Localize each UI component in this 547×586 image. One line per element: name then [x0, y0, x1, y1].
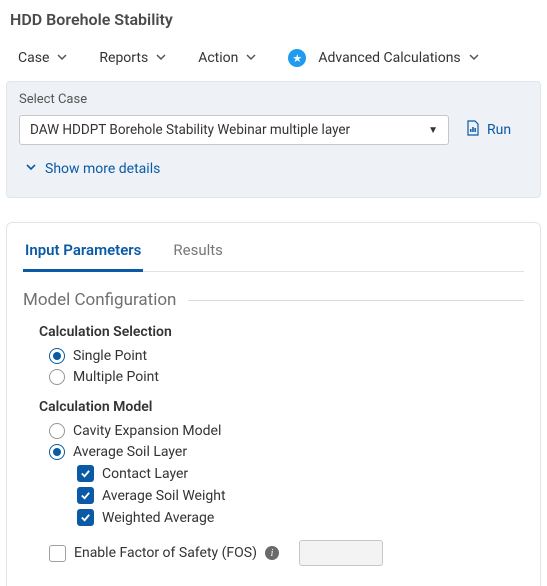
chevron-down-icon: [156, 50, 166, 66]
radio-multiple-point[interactable]: Multiple Point: [49, 369, 524, 385]
case-dropdown-value: DAW HDDPT Borehole Stability Webinar mul…: [30, 122, 350, 138]
select-case-panel: Select Case DAW HDDPT Borehole Stability…: [6, 81, 541, 198]
checkbox-contact-label: Contact Layer: [102, 466, 188, 482]
select-case-label: Select Case: [19, 92, 528, 107]
chevron-down-icon: [57, 50, 67, 66]
run-button-label: Run: [487, 122, 511, 138]
radio-cavity-label: Cavity Expansion Model: [73, 423, 221, 439]
chevron-down-icon: [25, 161, 37, 177]
radio-average-label: Average Soil Layer: [73, 444, 187, 460]
chevron-down-icon: [246, 50, 256, 66]
enable-fos-label: Enable Factor of Safety (FOS): [74, 545, 257, 561]
radio-average-soil-layer[interactable]: Average Soil Layer: [49, 444, 524, 460]
checkbox-weighted-average[interactable]: Weighted Average: [77, 509, 524, 526]
info-icon[interactable]: i: [265, 546, 279, 560]
radio-icon: [49, 423, 65, 439]
menu-action-label: Action: [198, 50, 238, 66]
tab-results[interactable]: Results: [171, 235, 225, 271]
menu-case[interactable]: Case: [18, 50, 67, 66]
calculation-selection-label: Calculation Selection: [39, 324, 524, 340]
checkbox-weighted-label: Weighted Average: [102, 510, 214, 526]
menu-action[interactable]: Action: [198, 50, 256, 66]
radio-icon: [49, 444, 65, 460]
checkbox-average-soil-weight[interactable]: Average Soil Weight: [77, 487, 524, 504]
menu-reports[interactable]: Reports: [99, 50, 166, 66]
fos-input[interactable]: [299, 540, 383, 566]
run-button[interactable]: Run: [465, 120, 511, 140]
star-icon: ★: [288, 49, 306, 67]
case-dropdown[interactable]: DAW HDDPT Borehole Stability Webinar mul…: [19, 115, 449, 145]
checkbox-icon: [77, 465, 94, 482]
chevron-down-icon: [469, 50, 479, 66]
radio-single-point-label: Single Point: [73, 348, 147, 364]
dropdown-triangle-icon: ▼: [428, 125, 438, 136]
menu-case-label: Case: [18, 50, 49, 66]
menu-advanced-label: Advanced Calculations: [318, 50, 460, 66]
radio-icon: [49, 348, 65, 364]
checkbox-icon: [77, 509, 94, 526]
checkbox-contact-layer[interactable]: Contact Layer: [77, 465, 524, 482]
divider: [188, 300, 524, 301]
main-panel: Input Parameters Results Model Configura…: [6, 222, 541, 586]
chart-file-icon: [465, 120, 481, 140]
menu-advanced-calculations[interactable]: ★ Advanced Calculations: [288, 49, 478, 67]
model-configuration-title: Model Configuration: [23, 290, 188, 310]
menu-reports-label: Reports: [99, 50, 148, 66]
checkbox-icon: [77, 487, 94, 504]
page-title: HDD Borehole Stability: [0, 0, 547, 49]
show-more-details[interactable]: Show more details: [19, 145, 528, 181]
radio-cavity-expansion[interactable]: Cavity Expansion Model: [49, 423, 524, 439]
tabs: Input Parameters Results: [23, 235, 524, 272]
menubar: Case Reports Action ★ Advanced Calculati…: [0, 49, 547, 81]
radio-multiple-point-label: Multiple Point: [73, 369, 159, 385]
radio-single-point[interactable]: Single Point: [49, 348, 524, 364]
show-more-label: Show more details: [45, 161, 160, 177]
checkbox-avg-weight-label: Average Soil Weight: [102, 488, 226, 504]
calculation-model-label: Calculation Model: [39, 399, 524, 415]
radio-icon: [49, 369, 65, 385]
checkbox-enable-fos[interactable]: [49, 545, 66, 562]
tab-input-parameters[interactable]: Input Parameters: [23, 235, 143, 272]
